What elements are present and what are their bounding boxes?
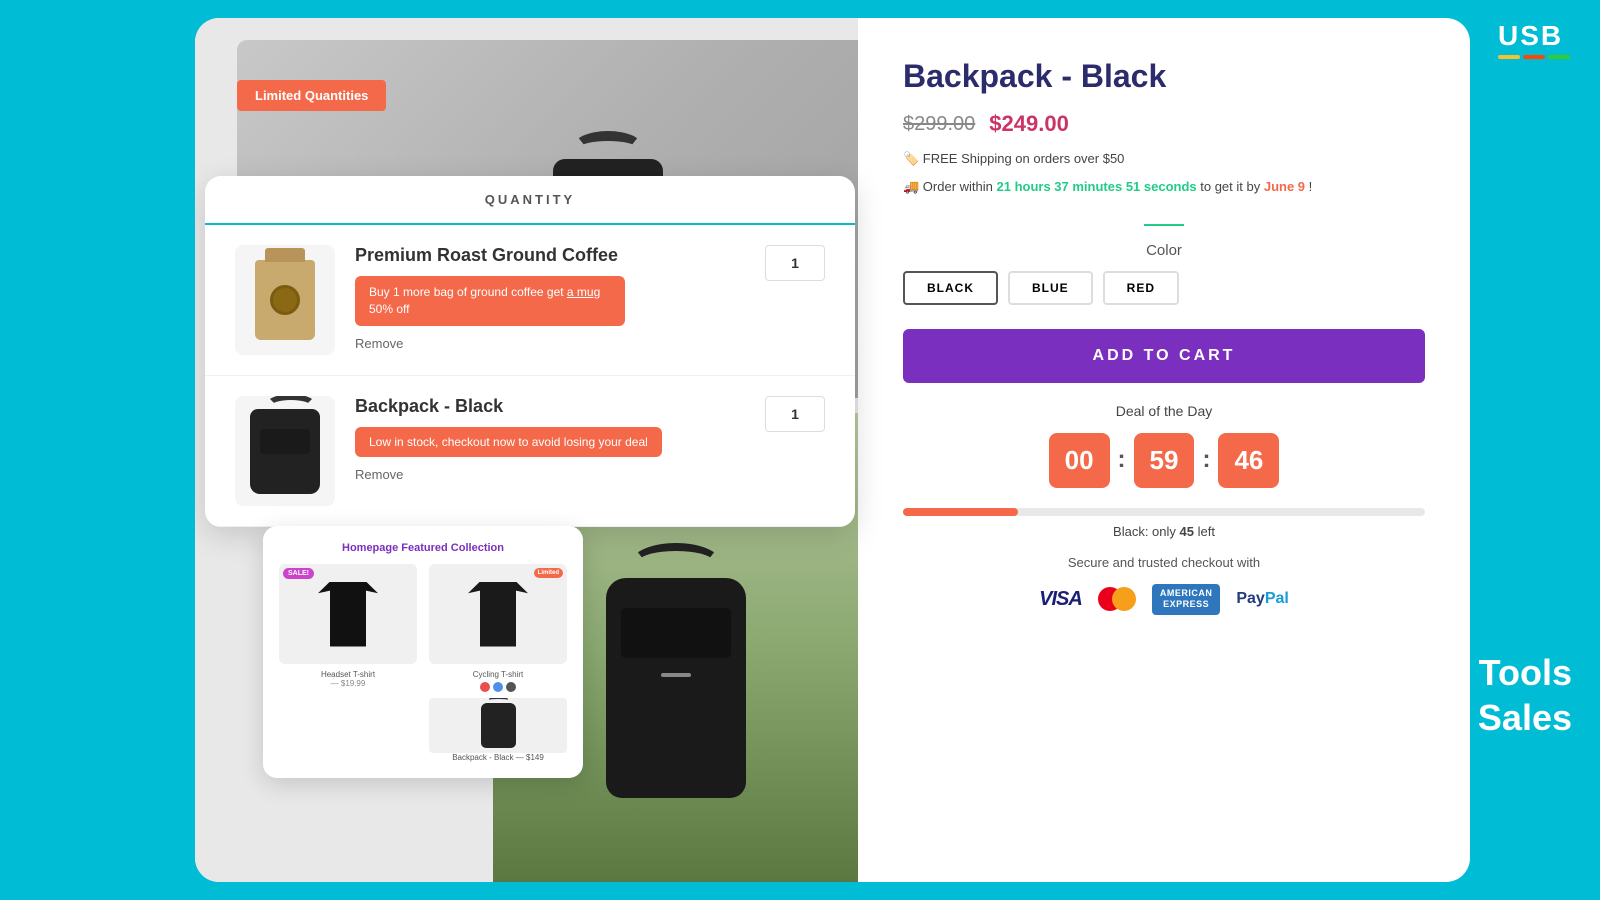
backpack-quantity[interactable]: 1 [765,396,825,432]
coffee-bag-emblem [270,285,300,315]
logo-bar-1 [1498,55,1520,59]
stock-text: Black: only 45 left [903,524,1425,539]
main-card: Limited Quantities QUANTITY [195,18,1470,882]
stock-bar-fill [903,508,1018,516]
featured-product-shirt[interactable]: SALE! Headset T-shirt — $19.99 [279,564,417,762]
color-swatches [429,682,567,692]
boost-sales-text: 30+ Tools to Boost Sales [1322,650,1572,740]
mc-yellow-circle [1112,587,1136,611]
boost-line2: to Boost Sales [1322,695,1572,740]
featured-cycling-image: Limited [429,564,567,664]
price-row: $299.00 $249.00 [903,111,1425,137]
cart-item-coffee: Premium Roast Ground Coffee Buy 1 more b… [205,225,855,376]
backpack-item-image [235,396,335,506]
usb-logo: USB [1498,20,1570,59]
featured-collection-card: Homepage Featured Collection SALE! Heads… [263,526,583,778]
coffee-item-name: Premium Roast Ground Coffee [355,245,745,266]
logo-bar-2 [1523,55,1545,59]
order-countdown: 21 hours 37 minutes 51 seconds [997,179,1197,194]
paypal-payment-icon: PayPal [1236,590,1288,608]
color-btn-red[interactable]: RED [1103,271,1179,305]
add-to-cart-button[interactable]: ADD TO CART [903,329,1425,383]
featured-product-cycling[interactable]: Limited Cycling T-shirt [429,564,567,762]
backpack-bag-icon [250,409,320,494]
backpack-remove-link[interactable]: Remove [355,467,745,482]
paypal-pay-text: Pay [1236,590,1264,607]
coffee-item-info: Premium Roast Ground Coffee Buy 1 more b… [355,245,745,351]
color-label: Color [903,242,1425,259]
featured-shirt-price: — $19.99 [279,679,417,688]
featured-shirt-name: Headset T-shirt [279,670,417,679]
color-btn-blue[interactable]: BLUE [1008,271,1093,305]
delivery-date: June 9 [1264,179,1305,194]
visa-payment-icon: VISA [1039,588,1082,611]
backpack-item-info: Backpack - Black Low in stock, checkout … [355,396,745,482]
order-info: 🚚 Order within 21 hours 37 minutes 51 se… [903,177,1425,198]
featured-backpack-name: Backpack - Black — $149 [429,753,567,762]
swatch-red [480,682,490,692]
color-divider [1144,224,1184,226]
coffee-quantity[interactable]: 1 [765,245,825,281]
countdown-timer: 00 : 59 : 46 [903,433,1425,488]
countdown-hours: 00 [1049,433,1110,488]
coffee-promo-banner: Buy 1 more bag of ground coffee get a mu… [355,276,625,326]
cart-header: QUANTITY [205,176,855,225]
price-original: $299.00 [903,113,975,136]
logo-bar-3 [1548,55,1570,59]
payment-icons: VISA AMERICANEXPRESS PayPal [903,584,1425,615]
featured-products-list: SALE! Headset T-shirt — $19.99 Limited [279,564,567,762]
deal-label: Deal of the Day [903,403,1425,419]
countdown-sep-1: : [1118,446,1126,474]
right-section: Backpack - Black $299.00 $249.00 🏷️ FREE… [858,18,1470,882]
price-sale: $249.00 [989,111,1069,137]
swatch-blue [493,682,503,692]
sale-badge: SALE! [283,568,314,579]
featured-cycling-name: Cycling T-shirt [429,670,567,679]
product-title: Backpack - Black [903,58,1425,95]
logo-underlines [1498,55,1570,59]
mastercard-payment-icon [1098,587,1136,611]
amex-payment-icon: AMERICANEXPRESS [1152,584,1221,615]
coffee-bag-icon [255,260,315,340]
checkout-label: Secure and trusted checkout with [903,555,1425,570]
paypal-pal-text: Pal [1265,590,1289,607]
shipping-info: 🏷️ FREE Shipping on orders over $50 [903,151,1425,167]
cart-item-backpack: Backpack - Black Low in stock, checkout … [205,376,855,527]
coffee-item-image [235,245,335,355]
stock-count: 45 [1180,524,1194,539]
left-section: Limited Quantities QUANTITY [195,18,858,882]
countdown-seconds: 46 [1218,433,1279,488]
countdown-sep-2: : [1202,446,1210,474]
backpack-item-name: Backpack - Black [355,396,745,417]
limited-mini-badge: Limited [534,568,563,578]
stock-bar-container [903,508,1425,516]
featured-shirt-image: SALE! [279,564,417,664]
swatch-dark [506,682,516,692]
logo-text: USB [1498,20,1563,51]
boost-line1: 30+ Tools [1322,650,1572,695]
color-btn-black[interactable]: BLACK [903,271,998,305]
cart-widget: QUANTITY Premium Roast Ground Coffee Buy… [205,176,855,527]
color-options: BLACK BLUE RED [903,271,1425,305]
countdown-minutes: 59 [1134,433,1195,488]
backpack-promo-banner: Low in stock, checkout now to avoid losi… [355,427,662,457]
featured-card-title: Homepage Featured Collection [279,542,567,554]
limited-quantities-badge: Limited Quantities [237,80,386,111]
coffee-remove-link[interactable]: Remove [355,336,745,351]
